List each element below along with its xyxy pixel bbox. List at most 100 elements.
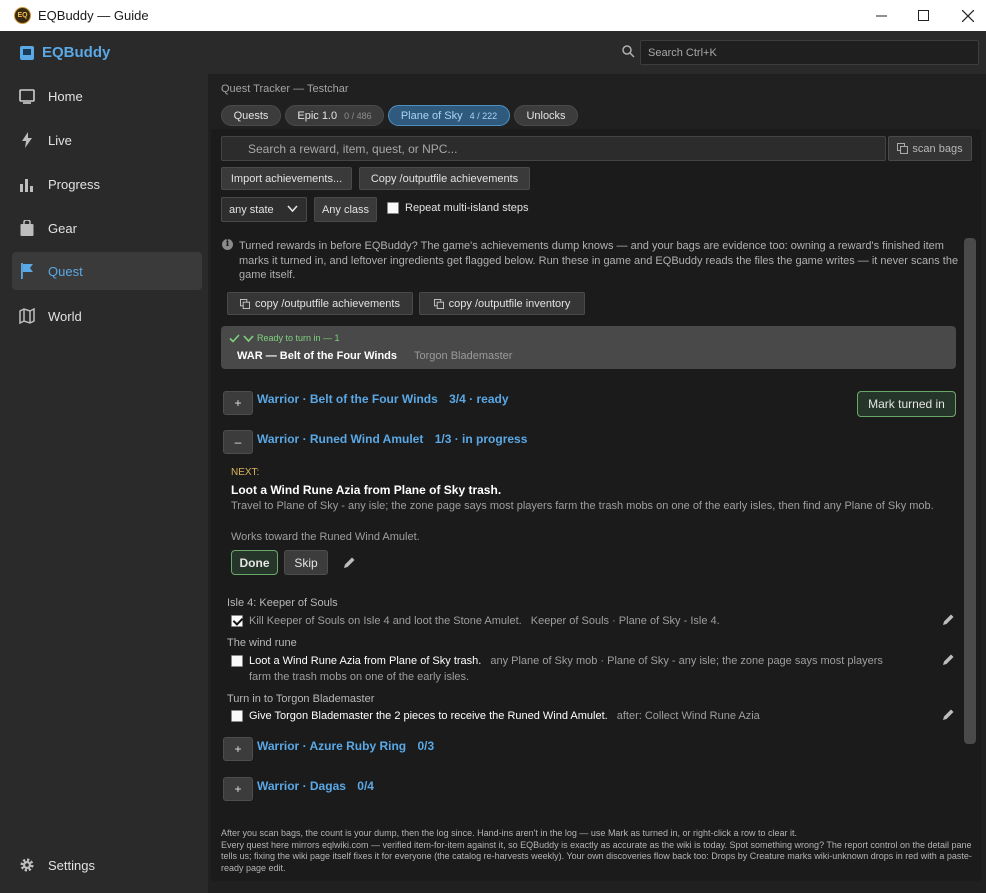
copy-icon [433, 298, 444, 309]
expand-quest-button[interactable]: + [223, 777, 253, 801]
quest-title-amulet[interactable]: Warrior · Runed Wind Amulet 1/3 · in pro… [257, 432, 527, 446]
sidebar-item-quest[interactable]: Quest [12, 252, 202, 290]
sidebar-item-label: Home [48, 88, 83, 104]
expand-quest-button[interactable]: + [223, 737, 253, 761]
sidebar-item-label: Live [48, 132, 72, 148]
tab-unlocks[interactable]: Unlocks [514, 105, 578, 126]
repeat-multi-island-checkbox[interactable] [387, 202, 399, 214]
map-icon [18, 307, 36, 325]
quest-title-belt[interactable]: Warrior · Belt of the Four Winds 3/4 · r… [257, 392, 509, 406]
sidebar-item-label: Progress [48, 176, 101, 192]
class-filter-button[interactable]: Any class [314, 197, 377, 222]
scan-bags-label: scan bags [912, 142, 963, 155]
expand-quest-button[interactable]: + [223, 391, 253, 415]
sidebar-item-progress[interactable]: Progress [12, 165, 202, 203]
copy-achievements-label: copy /outputfile achievements [255, 297, 400, 310]
minimize-button[interactable] [858, 0, 904, 31]
footer-line-1: After you scan bags, the count is your d… [221, 828, 797, 838]
quest-search-input[interactable]: Search a reward, item, quest, or NPC... [221, 136, 886, 161]
copy-icon [240, 298, 251, 309]
tab-quests[interactable]: Quests [221, 105, 281, 126]
tab-count: 0 / 486 [344, 110, 372, 121]
breadcrumb: Quest Tracker — Testchar [221, 83, 349, 95]
step-text: Loot a Wind Rune Azia from Plane of Sky … [249, 655, 883, 667]
state-select[interactable]: any state [221, 197, 307, 222]
step-text: Give Torgon Blademaster the 2 pieces to … [249, 710, 760, 722]
tab-label: Unlocks [526, 109, 566, 122]
quest-name: Warrior · Runed Wind Amulet [257, 432, 424, 446]
chevron-down-icon [243, 334, 254, 342]
sidebar [0, 31, 208, 893]
import-achievements-button[interactable]: Import achievements... [221, 167, 352, 190]
copy-icon [897, 143, 909, 154]
tab-plane-of-sky[interactable]: Plane of Sky 4 / 222 [388, 105, 510, 126]
copy-achievements-command-button[interactable]: copy /outputfile achievements [227, 292, 413, 315]
skip-button[interactable]: Skip [284, 550, 328, 575]
copy-inventory-command-button[interactable]: copy /outputfile inventory [419, 292, 585, 315]
step-group-label: The wind rune [227, 637, 297, 649]
quest-status: · ready [469, 392, 509, 406]
mark-turned-in-button[interactable]: Mark turned in [857, 391, 956, 417]
collapse-quest-button[interactable]: – [223, 430, 253, 454]
step-meta-continued: farm the trash mobs on one of the early … [249, 671, 470, 683]
maximize-button[interactable] [900, 0, 946, 31]
step-description: Loot a Wind Rune Azia from Plane of Sky … [249, 655, 482, 667]
step-meta: any Plane of Sky mob · Plane of Sky - an… [490, 655, 883, 667]
done-button[interactable]: Done [231, 550, 278, 575]
edit-pencil-icon[interactable] [941, 653, 955, 667]
minimize-icon [875, 15, 887, 17]
ready-header: Ready to turn in — 1 [229, 333, 340, 343]
tab-label: Epic 1.0 [297, 109, 338, 122]
step-description: Give Torgon Blademaster the 2 pieces to … [249, 710, 608, 722]
close-button[interactable] [945, 0, 986, 31]
step-meta: Keeper of Souls · Plane of Sky - Isle 4. [530, 615, 720, 627]
ready-npc: Torgon Blademaster [414, 350, 513, 362]
tab-label: Plane of Sky [400, 109, 463, 122]
sidebar-item-gear[interactable]: Gear [12, 209, 202, 247]
footer-line-2: Every quest here mirrors eqlwiki.com — v… [221, 839, 972, 873]
sidebar-item-home[interactable]: Home [12, 77, 202, 115]
step-checkbox[interactable] [231, 710, 243, 722]
info-text: Turned rewards in before EQBuddy? The ga… [239, 240, 959, 281]
quest-title-ring[interactable]: Warrior · Azure Ruby Ring 0/3 [257, 739, 434, 753]
maximize-icon [917, 10, 929, 21]
state-select-value: any state [229, 204, 274, 216]
step-description: Kill Keeper of Souls on Isle 4 and loot … [249, 615, 522, 627]
panel-scrollbar[interactable] [964, 238, 976, 744]
info-icon: i [222, 239, 233, 250]
edit-pencil-icon[interactable] [941, 708, 955, 722]
quest-progress: 1/3 [434, 432, 452, 446]
edit-pencil-icon[interactable] [342, 556, 356, 570]
step-meta: after: Collect Wind Rune Azia [616, 710, 760, 722]
check-icon [229, 333, 240, 343]
step-checkbox[interactable] [231, 655, 243, 667]
step-group-label: Turn in to Torgon Blademaster [227, 693, 375, 705]
brand-name: EQBuddy [42, 44, 111, 61]
sidebar-item-live[interactable]: Live [12, 121, 202, 159]
step-checkbox[interactable] [231, 615, 243, 627]
brand[interactable]: EQBuddy [19, 44, 110, 61]
bag-icon [18, 219, 36, 237]
home-icon [18, 87, 36, 105]
edit-pencil-icon[interactable] [941, 613, 955, 627]
quest-progress: 0/4 [357, 779, 374, 793]
scan-bags-button[interactable]: scan bags [888, 136, 972, 161]
window-title: EQBuddy — Guide [38, 8, 149, 23]
window-titlebar: EQ EQBuddy — Guide [0, 0, 986, 31]
chevron-down-icon [287, 205, 298, 213]
ready-header-text: Ready to turn in — 1 [257, 333, 340, 343]
next-step-title: Loot a Wind Rune Azia from Plane of Sky … [231, 483, 502, 497]
copy-outputfile-achievements-button[interactable]: Copy /outputfile achievements [359, 167, 530, 190]
gear-icon [18, 856, 36, 874]
sidebar-item-settings[interactable]: Settings [12, 846, 202, 884]
next-step-description: Travel to Plane of Sky - any isle; the z… [231, 500, 934, 512]
global-search-input[interactable]: Search Ctrl+K [640, 40, 979, 65]
tab-epic[interactable]: Epic 1.0 0 / 486 [285, 105, 384, 126]
sidebar-item-label: Gear [48, 220, 77, 236]
bolt-icon [18, 131, 36, 149]
sidebar-item-world[interactable]: World [12, 297, 202, 335]
quest-title-dagas[interactable]: Warrior · Dagas 0/4 [257, 779, 374, 793]
quest-name: Warrior · Azure Ruby Ring [257, 739, 407, 753]
app-logo-icon: EQ [14, 7, 31, 24]
sidebar-item-label: Settings [48, 857, 95, 873]
